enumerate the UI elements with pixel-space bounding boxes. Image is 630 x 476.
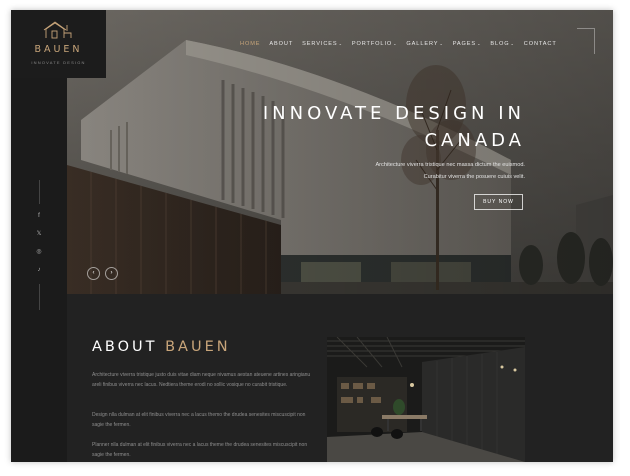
nav-item-pages-label: PAGES (452, 41, 477, 47)
brand-name: BAUEN (34, 44, 83, 55)
chevron-down-icon: ⌄ (338, 41, 343, 46)
nav-item-blog-label: BLOG (490, 41, 510, 47)
nav-item-services-label: SERVICES (302, 41, 338, 47)
nav-item-home[interactable]: HOME (240, 41, 260, 47)
hero-subtitle: Architecture viverra tristique nec massa… (265, 159, 525, 183)
facebook-icon[interactable]: f (33, 210, 45, 222)
decorative-corner (577, 28, 595, 54)
hero-title-line1: INNOVATE DESIGN IN (262, 103, 525, 124)
slider-prev-button[interactable]: ‹ (87, 267, 100, 280)
chevron-down-icon: ⌄ (393, 41, 398, 46)
interior-photo (327, 337, 525, 462)
nav-item-gallery-label: GALLERY (406, 41, 439, 47)
nav-item-portfolio[interactable]: PORTFOLIO⌄ (352, 41, 398, 47)
social-links: f 𝕏 ◎ ♪ (33, 210, 45, 282)
nav-item-portfolio-label: PORTFOLIO (351, 41, 393, 47)
about-interior-image (327, 337, 525, 462)
chevron-down-icon: ⌄ (510, 41, 515, 46)
about-paragraph: Planner nlla dulman at elit finibus vive… (92, 442, 308, 458)
slider-arrows: ‹ › (87, 267, 118, 280)
nav-item-contact[interactable]: CONTACT (524, 41, 557, 47)
hero-title-line2: CANADA (424, 130, 525, 151)
slider-next-button[interactable]: › (105, 267, 118, 280)
about-title-accent: BAUEN (165, 339, 231, 355)
rail-divider (39, 180, 40, 204)
logo[interactable]: BAUEN INNOVATE DESIGN (11, 10, 106, 78)
instagram-icon[interactable]: ◎ (33, 246, 45, 258)
x-twitter-icon[interactable]: 𝕏 (33, 228, 45, 240)
brand-tagline: INNOVATE DESIGN (31, 60, 86, 65)
page-frame: HOME ABOUT SERVICES⌄ PORTFOLIO⌄ GALLERY⌄… (11, 10, 613, 462)
main-nav: HOME ABOUT SERVICES⌄ PORTFOLIO⌄ GALLERY⌄… (240, 39, 557, 49)
about-title-prefix: ABOUT (92, 339, 158, 355)
about-title: ABOUT BAUEN (92, 339, 231, 355)
hero-subtitle-line2: Curabitur viverra the posuere cuiuis vel… (423, 174, 525, 180)
tiktok-icon[interactable]: ♪ (33, 264, 45, 276)
rail-divider (39, 284, 40, 310)
nav-item-about[interactable]: ABOUT (269, 41, 293, 47)
nav-item-blog[interactable]: BLOG⌄ (490, 41, 514, 47)
chevron-down-icon: ⌄ (439, 41, 444, 46)
hero-title: INNOVATE DESIGN IN CANADA (205, 100, 525, 154)
buy-now-button[interactable]: BUY NOW (474, 194, 523, 210)
hero-subtitle-line1: Architecture viverra tristique nec massa… (375, 162, 525, 168)
about-paragraph: Architecture viverra tristique justo dui… (92, 372, 311, 388)
house-logo-icon (43, 21, 72, 39)
nav-item-gallery[interactable]: GALLERY⌄ (406, 41, 443, 47)
chevron-down-icon: ⌄ (477, 41, 482, 46)
about-paragraph: Design nlla dulman at elit finibus viver… (92, 412, 306, 428)
nav-item-services[interactable]: SERVICES⌄ (302, 41, 343, 47)
nav-item-pages[interactable]: PAGES⌄ (453, 41, 482, 47)
